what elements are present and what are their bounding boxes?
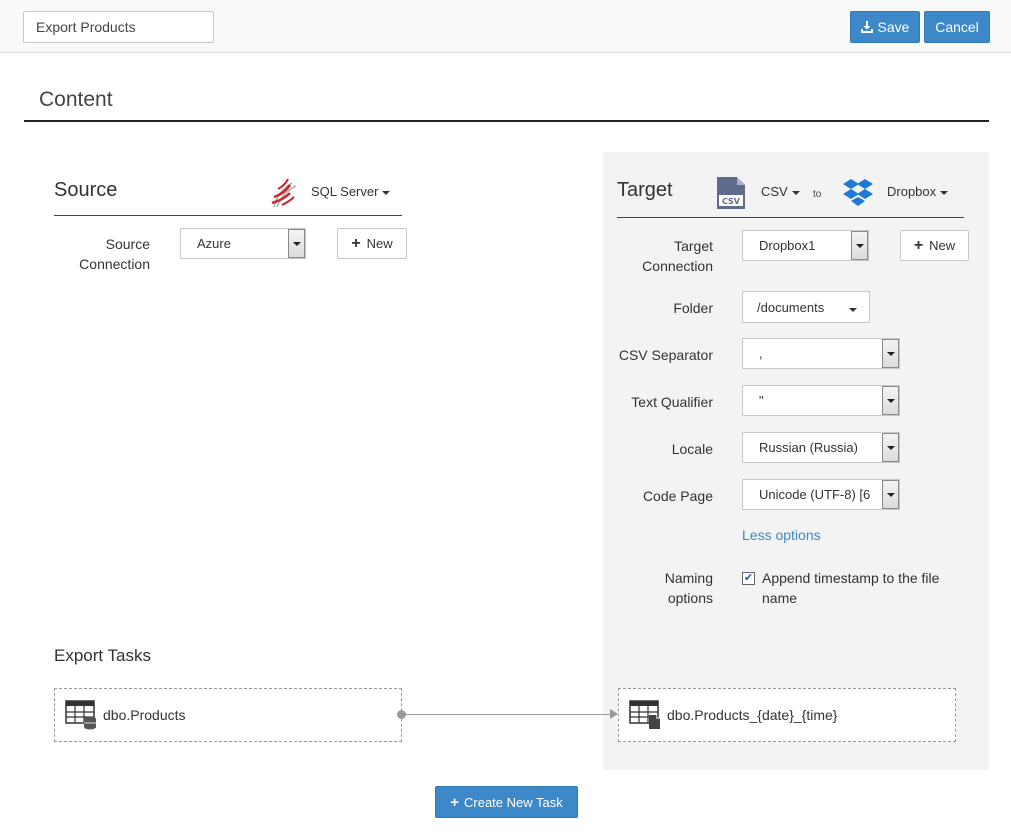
target-format-label: CSV — [761, 184, 788, 199]
task-name-input[interactable] — [23, 11, 214, 43]
new-target-connection-button[interactable]: + New — [900, 230, 969, 261]
source-divider — [54, 215, 402, 216]
source-type-label: SQL Server — [311, 184, 379, 199]
caret-down-icon — [849, 308, 857, 312]
caret-down-icon — [791, 190, 800, 195]
append-timestamp-label[interactable]: Append timestamp to the file name — [762, 568, 939, 608]
target-divider — [617, 217, 964, 218]
locale-select[interactable]: Russian (Russia) — [742, 432, 900, 463]
target-destination-dropdown[interactable]: Dropbox — [887, 184, 949, 199]
dropdown-arrow-icon[interactable] — [288, 229, 305, 258]
dropbox-icon — [843, 179, 873, 206]
new-source-connection-button[interactable]: + New — [337, 228, 407, 259]
naming-options-label: Naming options — [664, 570, 713, 606]
plus-icon: + — [351, 234, 361, 252]
dropdown-arrow-icon[interactable] — [851, 231, 868, 260]
csv-separator-select[interactable]: , — [742, 338, 900, 369]
target-task-label: dbo.Products_{date}_{time} — [667, 707, 838, 723]
new-button-label: New — [929, 238, 956, 253]
csv-separator-label: CSV Separator — [618, 347, 713, 363]
dropdown-arrow-icon[interactable] — [882, 480, 899, 509]
locale-label: Locale — [671, 441, 713, 457]
target-connection-label: Target Connection — [642, 238, 713, 274]
append-timestamp-checkbox[interactable]: ✔ — [742, 572, 755, 585]
content-divider — [24, 120, 989, 122]
source-connection-label: Source Connection — [79, 236, 150, 272]
target-connection-value: Dropbox1 — [759, 238, 816, 253]
code-page-value: Unicode (UTF-8) [6 — [759, 487, 871, 502]
table-database-icon — [65, 700, 96, 730]
dropdown-arrow-icon[interactable] — [882, 386, 899, 415]
table-file-icon — [629, 700, 660, 729]
csv-file-icon: CSV — [717, 177, 745, 209]
source-task-label: dbo.Products — [103, 707, 186, 723]
target-format-dropdown[interactable]: CSV — [761, 184, 800, 199]
checkmark-icon: ✔ — [743, 572, 754, 584]
target-title: Target — [617, 179, 673, 201]
new-button-label: New — [366, 236, 393, 251]
arrow-right-icon — [610, 709, 618, 719]
code-page-label: Code Page — [642, 488, 713, 504]
save-button[interactable]: Save — [850, 11, 920, 43]
text-qualifier-label: Text Qualifier — [631, 394, 713, 410]
code-page-select[interactable]: Unicode (UTF-8) [6 — [742, 479, 900, 510]
cancel-button[interactable]: Cancel — [924, 11, 990, 43]
top-toolbar: Save Cancel — [0, 0, 1011, 53]
svg-text:CSV: CSV — [722, 197, 741, 206]
dropdown-arrow-icon[interactable] — [882, 433, 899, 462]
create-new-task-label: Create New Task — [464, 794, 563, 810]
target-connection-select[interactable]: Dropbox1 — [742, 230, 869, 261]
source-type-dropdown[interactable]: SQL Server — [311, 184, 391, 199]
plus-icon: + — [450, 793, 459, 811]
content-title: Content — [39, 88, 113, 111]
folder-select[interactable]: /documents — [742, 291, 870, 323]
save-button-label: Save — [877, 19, 910, 35]
text-qualifier-value: " — [759, 393, 764, 408]
locale-value: Russian (Russia) — [759, 440, 858, 455]
create-new-task-button[interactable]: + Create New Task — [435, 786, 578, 818]
cancel-button-label: Cancel — [935, 19, 979, 35]
source-connection-select[interactable]: Azure — [180, 228, 306, 259]
target-destination-label: Dropbox — [887, 184, 937, 199]
source-title: Source — [54, 179, 118, 201]
source-connection-value: Azure — [197, 236, 231, 251]
export-tasks-title: Export Tasks — [54, 646, 152, 665]
csv-separator-value: , — [759, 346, 763, 361]
folder-value: /documents — [757, 299, 825, 315]
dropdown-arrow-icon[interactable] — [882, 339, 899, 368]
download-icon — [860, 21, 873, 33]
plus-icon: + — [913, 236, 924, 254]
text-qualifier-select[interactable]: " — [742, 385, 900, 416]
less-options-link[interactable]: Less options — [742, 527, 821, 543]
source-task-box[interactable]: dbo.Products — [54, 688, 402, 742]
to-label: to — [813, 189, 822, 200]
target-task-box[interactable]: dbo.Products_{date}_{time} — [618, 688, 956, 742]
caret-down-icon — [382, 190, 391, 195]
task-connector-line — [402, 714, 612, 715]
folder-label: Folder — [673, 300, 713, 316]
sql-server-icon — [271, 178, 297, 208]
caret-down-icon — [940, 190, 949, 195]
